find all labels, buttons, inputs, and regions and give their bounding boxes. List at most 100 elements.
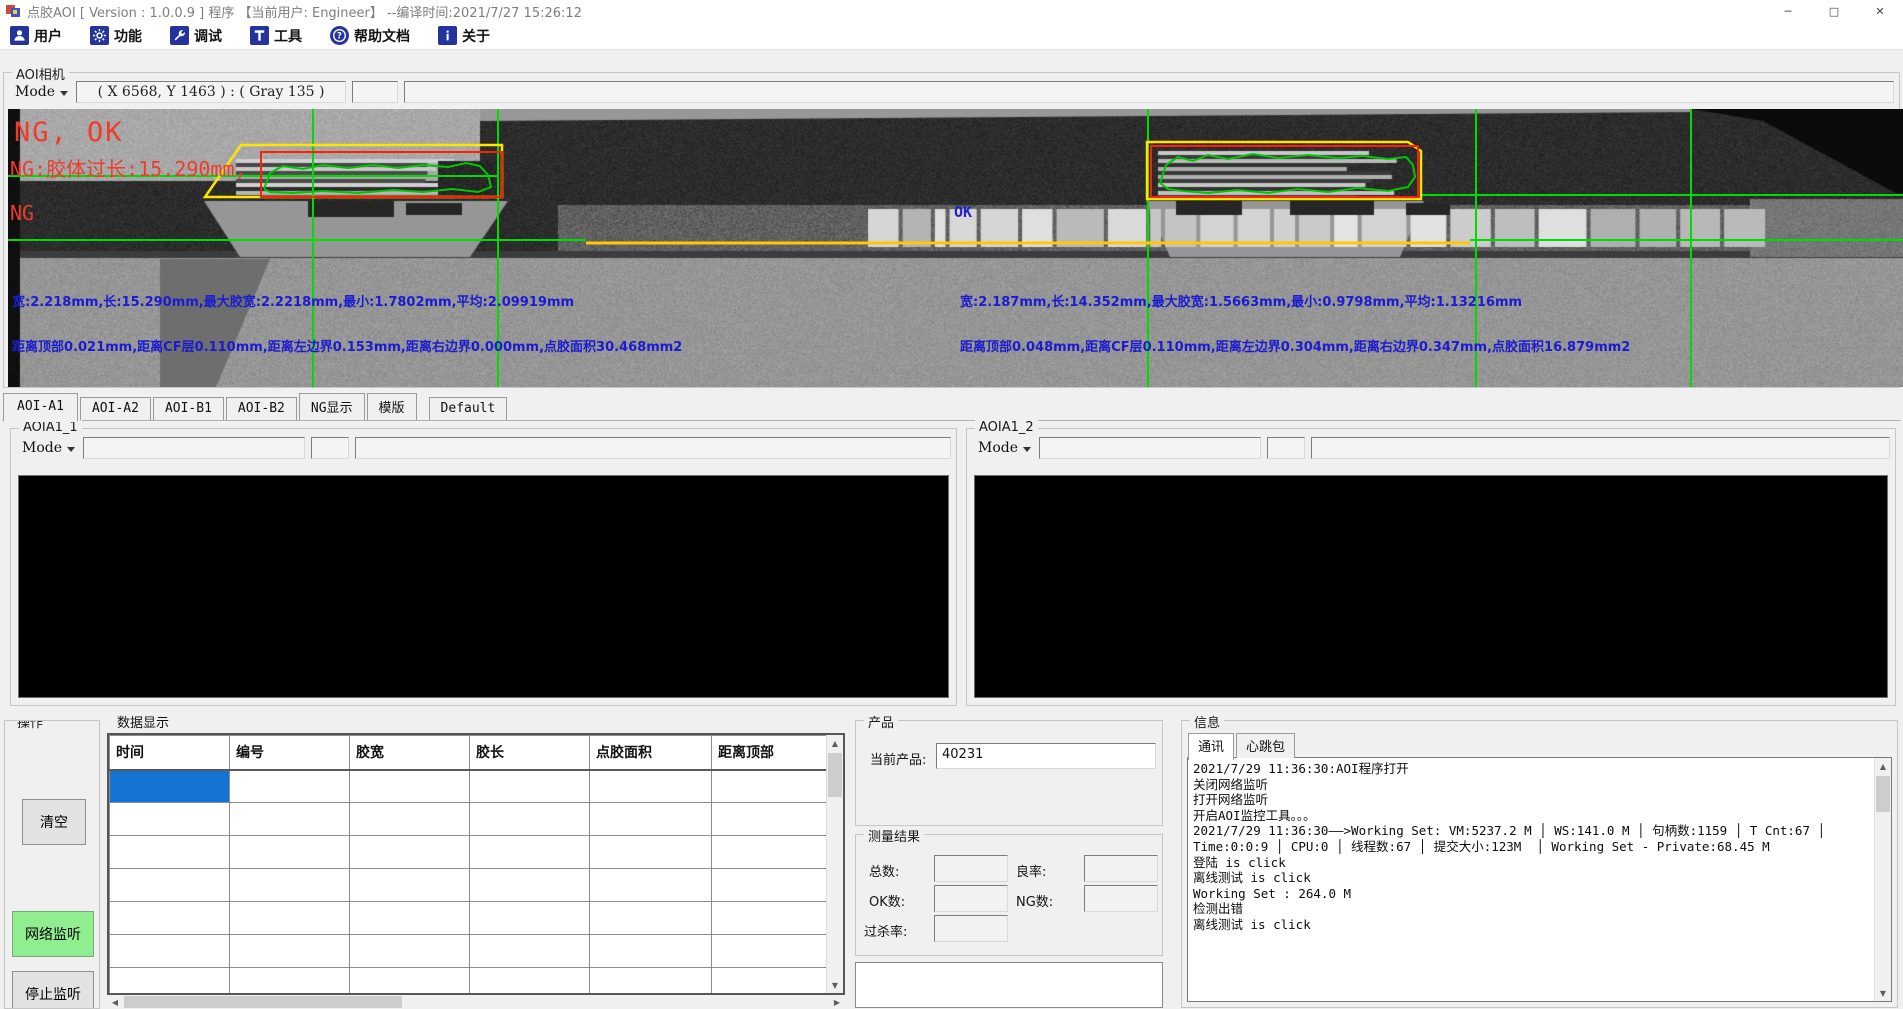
- network-listen-button[interactable]: 网络监听: [12, 911, 94, 957]
- toolbar: 用户 功能 调试 工具 ? 帮助文档: [0, 22, 1903, 50]
- clear-button[interactable]: 清空: [22, 799, 86, 845]
- stop-listen-button[interactable]: 停止监听: [12, 971, 94, 1009]
- column-header-glue-area: 点胶面积: [590, 736, 712, 770]
- table-hscroll-thumb[interactable]: [124, 996, 402, 1008]
- tab-default[interactable]: Default: [429, 397, 508, 420]
- tab-template[interactable]: 模版: [367, 393, 417, 420]
- aoia1-1-group: AOIA1_1 Mode: [10, 428, 957, 706]
- table-vertical-scrollbar[interactable]: ▲ ▼: [826, 735, 843, 993]
- user-icon: [10, 26, 29, 45]
- product-group-label: 产品: [864, 712, 898, 731]
- camera-coordinate-readout: ( X 6568, Y 1463 ) : ( Gray 135 ): [76, 81, 346, 103]
- mode-label: Mode: [978, 440, 1018, 456]
- camera-mode-dropdown[interactable]: Mode: [9, 81, 76, 103]
- product-group: 产品 当前产品: 40231: [855, 720, 1163, 826]
- column-header-time: 时间: [110, 736, 230, 770]
- aoia1-2-field-3: [1311, 437, 1890, 459]
- tools-icon: [250, 26, 269, 45]
- wrench-icon: [170, 26, 189, 45]
- table-row[interactable]: [110, 836, 827, 869]
- communication-log-box: 2021/7/29 11:36:30:AOI程序打开 关闭网络监听 打开网络监听…: [1187, 757, 1892, 1002]
- log-vscroll-thumb[interactable]: [1876, 776, 1890, 812]
- data-display-label: 数据显示: [117, 712, 169, 731]
- chevron-down-icon: [1023, 447, 1031, 452]
- maximize-button[interactable]: □: [1811, 0, 1857, 22]
- toolbar-button-user[interactable]: 用户: [10, 26, 62, 46]
- table-horizontal-scrollbar[interactable]: ◀ ▶: [107, 995, 845, 1009]
- toolbar-button-function[interactable]: 功能: [90, 26, 142, 46]
- table-row[interactable]: [110, 869, 827, 902]
- current-product-label: 当前产品:: [870, 749, 926, 768]
- operate-group-label: 操作: [13, 720, 47, 731]
- svg-text:?: ?: [337, 31, 342, 41]
- scroll-down-icon[interactable]: ▼: [1875, 985, 1891, 1001]
- tabpage-top-border: [2, 420, 1901, 421]
- aoia1-1-mode-row: Mode: [16, 437, 951, 459]
- ok-count-field: [934, 885, 1008, 912]
- column-header-top-distance: 距离顶部: [712, 736, 827, 770]
- table-row[interactable]: [110, 968, 827, 996]
- close-button[interactable]: ✕: [1857, 0, 1903, 22]
- scroll-left-icon[interactable]: ◀: [107, 995, 123, 1009]
- aoia1-1-mode-dropdown[interactable]: Mode: [16, 437, 83, 459]
- aoia1-2-display: [974, 475, 1888, 698]
- toolbar-label-tools: 工具: [274, 26, 302, 46]
- toolbar-button-about[interactable]: 关于: [438, 26, 490, 46]
- yield-label: 良率:: [1016, 861, 1046, 880]
- tab-heartbeat[interactable]: 心跳包: [1236, 733, 1295, 758]
- tab-aoi-a2[interactable]: AOI-A2: [80, 397, 151, 420]
- camera-field-small: [352, 81, 398, 103]
- column-header-glue-length: 胶长: [470, 736, 590, 770]
- operate-group: 操作 清空 网络监听 停止监听: [4, 720, 100, 1009]
- ng-count-field: [1084, 885, 1158, 912]
- table-row[interactable]: [110, 935, 827, 968]
- window-title: 点胶AOI [ Version : 1.0.0.9 ] 程序 【当前用户: En…: [27, 2, 582, 21]
- window-controls: ─ □ ✕: [1765, 0, 1903, 22]
- chevron-down-icon: [60, 91, 68, 96]
- scroll-down-icon[interactable]: ▼: [827, 977, 843, 993]
- info-group: 信息 通讯 心跳包 2021/7/29 11:36:30:AOI程序打开 关闭网…: [1181, 720, 1898, 1008]
- toolbar-button-tools[interactable]: 工具: [250, 26, 302, 46]
- tab-aoi-b2[interactable]: AOI-B2: [226, 397, 297, 420]
- toolbar-label-user: 用户: [34, 26, 62, 46]
- ok-count-label: OK数:: [869, 891, 905, 910]
- toolbar-label-function: 功能: [114, 26, 142, 46]
- aoia1-1-field-3: [355, 437, 951, 459]
- table-row[interactable]: [110, 803, 827, 836]
- aoia1-1-field-2: [311, 437, 349, 459]
- aoia1-2-mode-dropdown[interactable]: Mode: [972, 437, 1039, 459]
- selected-cell[interactable]: [110, 770, 230, 803]
- info-icon: [438, 26, 457, 45]
- tab-aoi-a1[interactable]: AOI-A1: [3, 393, 78, 422]
- table-row[interactable]: [110, 770, 827, 803]
- overkill-rate-field: [934, 915, 1008, 942]
- scroll-up-icon[interactable]: ▲: [1875, 758, 1891, 774]
- results-group-label: 测量结果: [864, 826, 924, 845]
- scroll-right-icon[interactable]: ▶: [829, 995, 845, 1009]
- toolbar-label-about: 关于: [462, 26, 490, 46]
- tab-aoi-b1[interactable]: AOI-B1: [153, 397, 224, 420]
- table-header-row: 时间 编号 胶宽 胶长 点胶面积 距离顶部: [110, 736, 827, 770]
- toolbar-label-help: 帮助文档: [354, 26, 410, 46]
- camera-field-status: [404, 81, 1894, 103]
- log-vertical-scrollbar[interactable]: ▲ ▼: [1874, 758, 1891, 1001]
- minimize-button[interactable]: ─: [1765, 0, 1811, 22]
- overkill-rate-label: 过杀率:: [864, 921, 907, 940]
- total-count-field: [934, 855, 1008, 882]
- table-row[interactable]: [110, 902, 827, 935]
- camera-image[interactable]: NG, OK NG:胶体过长:15.290mm, NG OK 宽:2.218mm…: [8, 109, 1903, 387]
- table-vscroll-thumb[interactable]: [828, 753, 842, 797]
- toolbar-button-help[interactable]: ? 帮助文档: [330, 26, 410, 46]
- results-group: 测量结果 总数: 良率: OK数: NG数: 过杀率:: [855, 834, 1163, 956]
- bottom-blank-panel: [855, 962, 1163, 1008]
- current-product-input[interactable]: 40231: [936, 743, 1156, 769]
- help-icon: ?: [330, 26, 349, 45]
- scroll-up-icon[interactable]: ▲: [827, 735, 843, 751]
- tab-ng-display[interactable]: NG显示: [299, 393, 365, 420]
- main-tab-strip: AOI-A1 AOI-A2 AOI-B1 AOI-B2 NG显示 模版 Defa…: [3, 396, 509, 420]
- toolbar-button-debug[interactable]: 调试: [170, 26, 222, 46]
- tab-communication[interactable]: 通讯: [1188, 733, 1234, 760]
- toolbar-label-debug: 调试: [194, 26, 222, 46]
- camera-group: AOI相机 Mode ( X 6568, Y 1463 ) : ( Gray 1…: [3, 72, 1900, 388]
- aoia1-1-label: AOIA1_1: [19, 420, 82, 435]
